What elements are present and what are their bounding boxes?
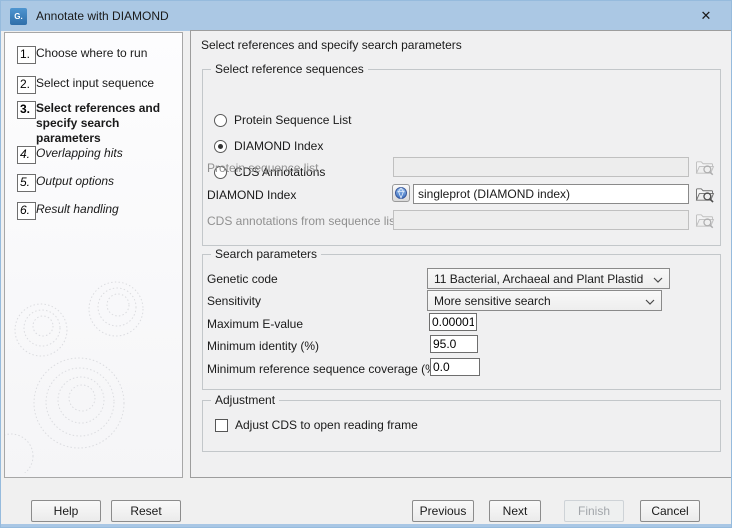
step-choose-where-to-run: 1. Choose where to run (17, 46, 177, 64)
wizard-steps-sidebar: 1. Choose where to run 2. Select input s… (4, 32, 183, 478)
step-number: 3. (17, 101, 36, 119)
reset-button[interactable]: Reset (111, 500, 181, 522)
annotate-with-diamond-dialog: G. Annotate with DIAMOND ✕ 1. Choose whe… (0, 0, 732, 528)
chevron-down-icon (639, 294, 655, 308)
chevron-down-icon (647, 272, 663, 286)
step-label: Select input sequence (36, 76, 177, 94)
adjust-cds-checkbox-row[interactable]: Adjust CDS to open reading frame (215, 418, 418, 432)
radio-diamond-index[interactable]: DIAMOND Index (214, 139, 323, 153)
checkbox-label: Adjust CDS to open reading frame (235, 418, 418, 432)
step-label: Overlapping hits (36, 146, 177, 164)
step-number: 1. (17, 46, 36, 64)
max-evalue-input[interactable] (429, 313, 477, 331)
step-select-input-sequence: 2. Select input sequence (17, 76, 177, 94)
min-coverage-label: Minimum reference sequence coverage (%) (207, 361, 440, 377)
min-identity-input[interactable] (430, 335, 478, 353)
cds-annotations-label: CDS annotations from sequence list (207, 213, 398, 229)
previous-button[interactable]: Previous (412, 500, 474, 522)
radio-protein-sequence-list[interactable]: Protein Sequence List (214, 113, 351, 127)
step-overlapping-hits: 4. Overlapping hits (17, 146, 177, 164)
group-legend: Select reference sequences (211, 62, 368, 76)
swirl-watermark (5, 243, 180, 473)
help-button[interactable]: Help (31, 500, 101, 522)
browse-folder-search-icon (694, 158, 716, 176)
radio-checked-icon (214, 140, 227, 153)
step-label: Result handling (36, 202, 177, 220)
browse-folder-search-icon[interactable] (694, 185, 716, 203)
protein-sequence-list-label: Protein sequence list (207, 160, 318, 176)
diamond-gem-icon (392, 184, 410, 202)
checkbox-icon (215, 419, 228, 432)
window-title: Annotate with DIAMOND (36, 9, 169, 23)
radio-label: Protein Sequence List (234, 113, 351, 127)
selected-option: More sensitive search (434, 294, 551, 308)
genetic-code-label: Genetic code (207, 271, 278, 287)
genetic-code-select[interactable]: 11 Bacterial, Archaeal and Plant Plastid (427, 268, 670, 289)
wizard-content-panel: Select references and specify search par… (190, 30, 732, 478)
cancel-button[interactable]: Cancel (640, 500, 700, 522)
panel-header: Select references and specify search par… (201, 38, 462, 52)
window-bottom-edge (1, 524, 731, 527)
protein-sequence-list-field (393, 157, 689, 177)
radio-icon (214, 114, 227, 127)
group-legend: Adjustment (211, 393, 279, 407)
step-number: 4. (17, 146, 36, 164)
sensitivity-select[interactable]: More sensitive search (427, 290, 662, 311)
selected-option: 11 Bacterial, Archaeal and Plant Plastid (434, 272, 643, 286)
group-legend: Search parameters (211, 247, 321, 261)
min-identity-label: Minimum identity (%) (207, 338, 319, 354)
step-number: 2. (17, 76, 36, 94)
step-label: Select references and specify search par… (36, 101, 177, 146)
diamond-index-field[interactable]: singleprot (DIAMOND index) (413, 184, 689, 204)
titlebar: G. Annotate with DIAMOND ✕ (1, 1, 731, 31)
app-icon: G. (10, 8, 27, 25)
step-number: 5. (17, 174, 36, 192)
step-result-handling: 6. Result handling (17, 202, 177, 220)
step-label: Choose where to run (36, 46, 177, 64)
radio-label: DIAMOND Index (234, 139, 323, 153)
browse-folder-search-icon (694, 211, 716, 229)
sensitivity-label: Sensitivity (207, 293, 261, 309)
min-coverage-input[interactable] (430, 358, 480, 376)
finish-button: Finish (564, 500, 624, 522)
step-number: 6. (17, 202, 36, 220)
close-icon[interactable]: ✕ (696, 8, 716, 25)
cds-annotations-field (393, 210, 689, 230)
step-select-references-current: 3. Select references and specify search … (17, 101, 177, 146)
step-label: Output options (36, 174, 177, 192)
diamond-index-label: DIAMOND Index (207, 187, 296, 203)
next-button[interactable]: Next (489, 500, 541, 522)
step-output-options: 5. Output options (17, 174, 177, 192)
max-evalue-label: Maximum E-value (207, 316, 303, 332)
